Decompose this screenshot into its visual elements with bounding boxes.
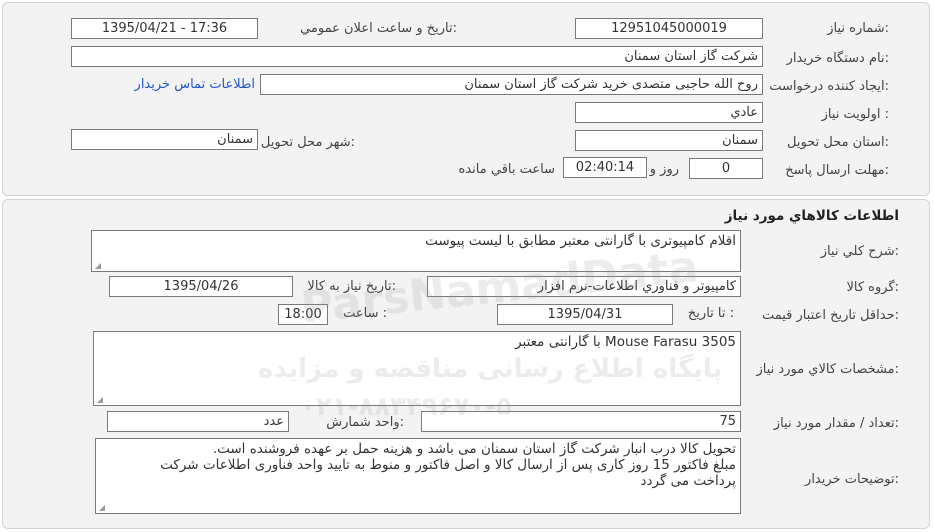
delivery-city-field: سمنان (71, 129, 258, 150)
quantity-label: تعداد / مقدار مورد نياز: (773, 416, 899, 431)
need-number-label: شماره نياز: (827, 21, 889, 36)
need-date-field: 1395/04/26 (109, 276, 293, 297)
days-remaining-field: 0 (689, 158, 763, 179)
resize-grip-icon: ◢ (96, 395, 103, 404)
goods-specs-label: مشخصات كالاي مورد نياز: (756, 362, 899, 377)
announce-datetime-label: تاريخ و ساعت اعلان عمومي: (300, 21, 457, 36)
general-description-text: اقلام کامپیوتری با گارانتی معتبر مطابق ب… (425, 233, 736, 249)
time-remaining-field: 02:40:14 (563, 157, 647, 178)
goods-info-panel: اطلاعات كالاهاي مورد نياز شرح كلي نياز: … (2, 199, 930, 529)
buyer-notes-line-1: تحویل کالا درب انبار شرکت گاز استان سمنا… (212, 441, 736, 457)
buyer-notes-label: توضيحات خريدار: (805, 472, 899, 487)
delivery-city-label: شهر محل تحويل: (260, 135, 355, 150)
to-date-label: تا تاريخ : (687, 306, 734, 321)
time-remaining-label: ساعت باقي مانده (458, 162, 555, 177)
general-description-field[interactable]: اقلام کامپیوتری با گارانتی معتبر مطابق ب… (91, 230, 741, 272)
buyer-org-field: شركت گاز استان سمنان (71, 46, 763, 67)
response-deadline-label: مهلت ارسال پاسخ: (785, 163, 889, 178)
goods-specs-text: Mouse Farasu 3505 با گارانتی معتبر (515, 334, 736, 350)
to-date-field: 1395/04/31 (497, 304, 673, 325)
resize-grip-icon: ◢ (94, 261, 101, 270)
delivery-province-label: استان محل تحويل: (787, 135, 889, 150)
validity-time-field: 18:00 (278, 304, 328, 325)
need-date-label: تاريخ نياز به كالا: (307, 279, 396, 294)
goods-specs-field[interactable]: Mouse Farasu 3505 با گارانتی معتبر ◢ (93, 331, 741, 406)
delivery-province-field: سمنان (575, 130, 763, 151)
buyer-notes-line-3: پرداخت می گردد (640, 473, 736, 489)
buyer-notes-field[interactable]: تحویل کالا درب انبار شرکت گاز استان سمنا… (95, 438, 741, 514)
goods-section-title: اطلاعات كالاهاي مورد نياز (724, 208, 899, 224)
buyer-contact-link[interactable]: اطلاعات تماس خريدار (135, 77, 255, 92)
priority-field: عادي (575, 102, 763, 123)
need-summary-panel: شماره نياز: 12951045000019 تاريخ و ساعت … (2, 2, 930, 196)
request-creator-field: روح الله حاجبی متصدی خرید شرکت گاز استان… (260, 74, 763, 95)
goods-group-field: كامپيوتر و فناوري اطلاعات-نرم افزار (427, 276, 741, 297)
announce-datetime-field: 1395/04/21 - 17:36 (71, 18, 258, 39)
quantity-value: 75 (719, 414, 736, 429)
validity-time-label: ساعت : (343, 306, 387, 321)
price-validity-label: حداقل تاريخ اعتبار قيمت: (761, 308, 899, 323)
buyer-org-label: نام دستگاه خريدار: (786, 51, 889, 66)
buyer-notes-line-2: مبلغ فاکتور 15 روز کاری پس از ارسال کالا… (160, 457, 736, 473)
general-description-label: شرح كلي نياز: (820, 244, 899, 259)
request-creator-label: ايجاد كننده درخواست: (769, 79, 889, 94)
days-unit-label: روز و (649, 162, 679, 177)
resize-grip-icon: ◢ (98, 503, 105, 512)
goods-group-label: گروه كالا: (846, 280, 899, 295)
unit-label: واحد شمارش: (326, 415, 404, 430)
unit-field: عدد (107, 411, 289, 432)
need-number-field: 12951045000019 (575, 18, 763, 39)
priority-label: اولويت نياز : (821, 107, 889, 122)
quantity-field: 75 (421, 411, 741, 432)
